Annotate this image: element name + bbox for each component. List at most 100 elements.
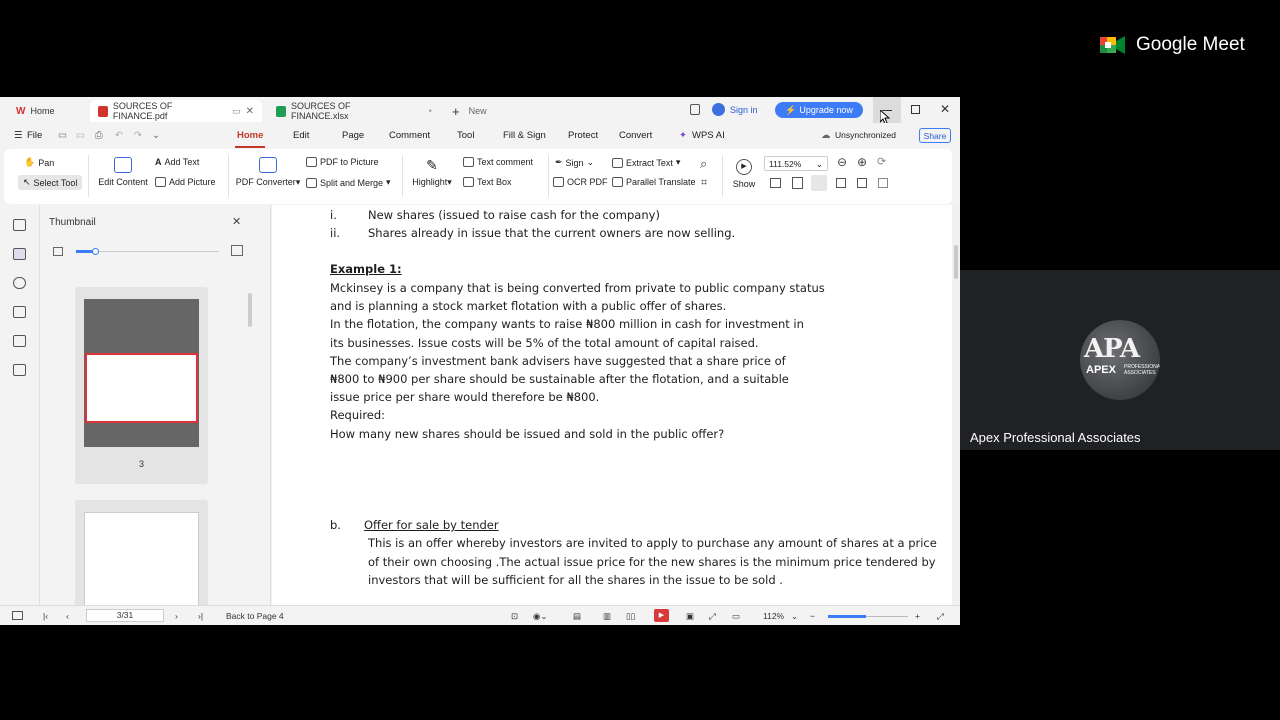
eye-icon[interactable]: ◉⌄ [533,611,548,622]
expand-icon[interactable]: ⤢ [937,611,944,622]
highlight-button[interactable]: ✎ Highlight▾ [408,157,456,188]
window-switch-icon[interactable] [690,104,700,115]
page-4-preview [84,512,199,612]
prev-page-icon[interactable]: ‹ [66,611,69,621]
add-text-button[interactable]: A Add Text [155,157,199,167]
tab-pin-icon[interactable]: ▭ [232,106,241,117]
sync-status[interactable]: Unsynchronized [835,130,896,140]
show-button[interactable]: ▶ Show [731,159,757,189]
large-thumb-icon[interactable] [231,245,243,256]
tab-new[interactable]: + New [444,100,495,122]
menu-comment[interactable]: Comment [389,130,430,141]
close-window-icon[interactable]: ✕ [940,102,950,116]
open-folder-icon[interactable]: ▭ [58,130,67,141]
menu-home[interactable]: Home [234,130,266,148]
back-to-page-link[interactable]: Back to Page 4 [226,611,284,621]
slider-handle[interactable] [92,248,99,255]
tab-home[interactable]: W Home [8,100,62,122]
toggle-sidebar-icon[interactable] [12,611,23,620]
menu-tool[interactable]: Tool [457,130,474,141]
upgrade-button[interactable]: ⚡ Upgrade now [775,102,863,118]
sign-in-button[interactable]: Sign in [712,103,758,116]
select-tool[interactable]: ↖ Select Tool [18,175,83,190]
participant-tile[interactable]: APA APEX PROFESSIONAL ASSOCIATES Apex Pr… [960,270,1280,450]
first-page-icon[interactable]: |‹ [43,611,48,621]
tab-dot-icon[interactable]: • [428,106,432,117]
tab-close-icon[interactable]: ✕ [246,106,254,117]
hamburger-icon[interactable]: ☰ [14,130,23,141]
read-mode-icon[interactable] [878,178,888,188]
menu-page[interactable]: Page [342,130,364,141]
parallel-translate-button[interactable]: Parallel Translate [612,177,696,187]
scroll-thumb[interactable] [954,245,958,279]
next-page-icon[interactable]: › [175,611,178,621]
attachment-icon[interactable] [13,306,26,318]
signature-icon[interactable] [13,335,26,347]
menu-protect[interactable]: Protect [568,130,598,141]
menu-wps-ai[interactable]: WPS AI [692,130,725,141]
maximize-icon[interactable] [911,105,920,114]
thumb-size-slider[interactable] [76,248,219,255]
text-box-button[interactable]: Text Box [463,177,512,187]
menu-file[interactable]: File [27,130,42,141]
rotate-right-icon[interactable] [857,178,867,188]
edit-content-button[interactable]: Edit Content [97,157,149,187]
page-number-input[interactable]: 3/31 [86,609,164,622]
zoom-in-icon[interactable]: ⊕ [857,155,867,169]
ocr-pdf-button[interactable]: OCR PDF [553,177,608,187]
two-page-icon[interactable]: ▯▯ [626,611,635,622]
thumbnail-icon[interactable] [13,248,26,260]
share-button[interactable]: Share [919,128,951,143]
fit-width-status-icon[interactable]: ▭ [732,611,740,622]
thumbnail-page-3[interactable]: 3 [75,287,208,484]
thumbnail-page-4[interactable] [75,500,208,612]
fit-icon[interactable]: ⊡ [511,611,518,622]
tab-pdf[interactable]: SOURCES OF FINANCE.pdf ▭ ✕ [90,100,262,122]
zoom-out-icon[interactable]: ⊖ [837,155,847,169]
bookmark-icon[interactable] [13,219,26,231]
pdf-converter-button[interactable]: PDF Converter▾ [234,157,302,188]
comment-icon[interactable] [13,277,26,289]
actual-size-icon[interactable] [770,178,781,188]
rotate-left-icon[interactable] [836,178,846,188]
single-page-icon[interactable]: ▤ [573,611,581,622]
menu-edit[interactable]: Edit [293,130,309,141]
fit-width-icon[interactable] [811,175,827,191]
scan-icon[interactable]: ⌗ [701,177,707,190]
text-comment-button[interactable]: Text comment [463,157,533,167]
thumbnail-scrollbar[interactable] [248,293,252,327]
add-picture-button[interactable]: Add Picture [155,177,216,187]
quick-access-chevron-icon[interactable]: ⌄ [152,130,160,141]
zoom-select[interactable]: 111.52% ⌄ [764,156,828,171]
zoom-slider[interactable] [828,615,908,618]
status-zoom-value[interactable]: 112% [763,611,784,621]
pan-tool[interactable]: ✋ Pan [24,157,54,168]
menu-fill-sign[interactable]: Fill & Sign [503,130,546,141]
undo-icon[interactable]: ↶ [115,130,123,141]
status-zoom-out-icon[interactable]: − [810,611,815,621]
fit-page-icon[interactable] [792,177,803,189]
status-zoom-in-icon[interactable]: + [915,611,920,621]
document-viewer[interactable]: i. New shares (issued to raise cash for … [272,205,952,605]
fullscreen-fit-icon[interactable]: ⤢ [709,611,716,622]
split-merge-button[interactable]: Split and Merge ▾ [306,177,391,188]
small-thumb-icon[interactable] [53,247,63,256]
record-play-icon[interactable]: ▶ [654,609,669,622]
crop-icon[interactable]: ▣ [686,611,694,622]
menu-convert[interactable]: Convert [619,130,652,141]
redo-icon[interactable]: ↷ [134,130,142,141]
tab-xlsx[interactable]: SOURCES OF FINANCE.xlsx • [268,100,440,122]
rotate-icon[interactable]: ⟳ [877,155,886,168]
search-icon[interactable]: ⌕ [700,156,707,172]
save-icon[interactable]: ▭ [76,130,85,141]
pdf-to-picture-button[interactable]: PDF to Picture [306,157,379,167]
last-page-icon[interactable]: ›| [198,611,203,621]
sign-button[interactable]: ✒ Sign ⌄ [555,157,594,168]
layers-icon[interactable] [13,364,26,376]
extract-text-button[interactable]: Extract Text ▾ [612,157,680,168]
close-panel-icon[interactable]: ✕ [232,215,241,228]
print-icon[interactable]: ⎙ [95,130,103,141]
document-scrollbar[interactable] [952,205,960,605]
zoom-dropdown-icon[interactable]: ⌄ [791,611,798,622]
continuous-icon[interactable]: ▥ [603,611,611,622]
